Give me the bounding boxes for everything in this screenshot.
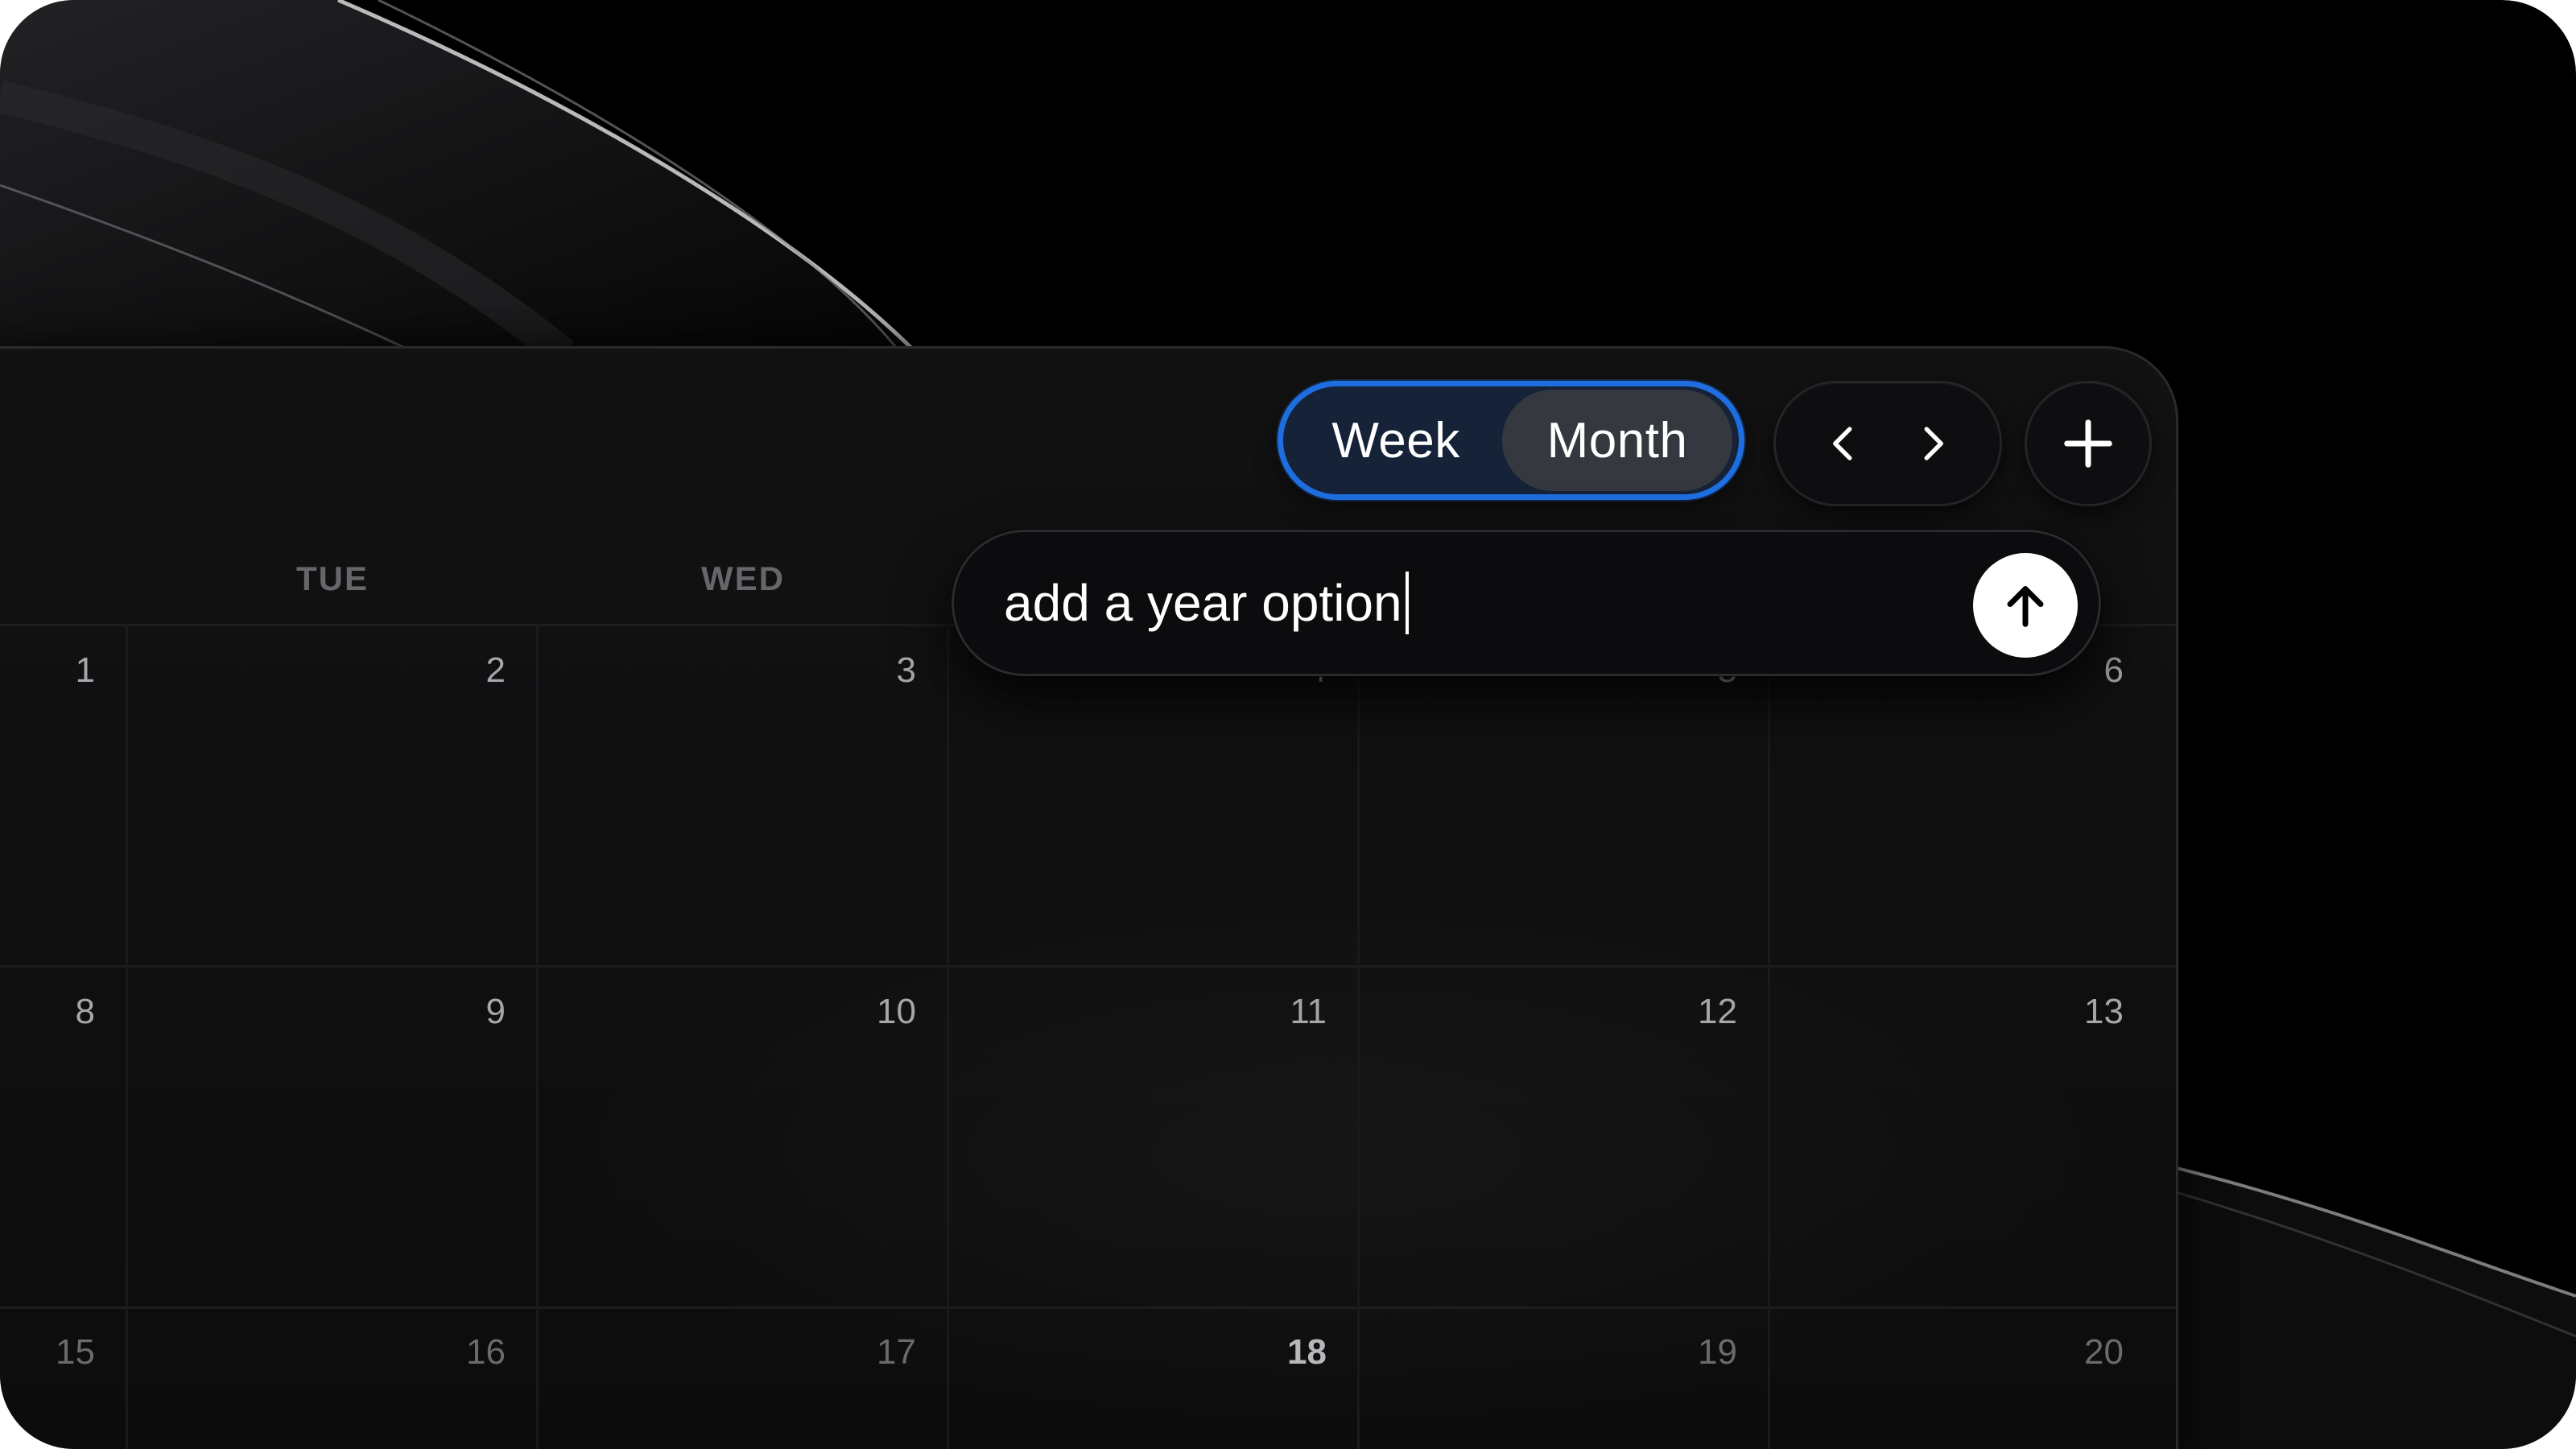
screen: Week Month TUE WED 1 2 3 6 8 9 10 11 12 … bbox=[0, 0, 2576, 1449]
day-cell-number[interactable]: 15 bbox=[0, 1332, 95, 1373]
day-cell-number[interactable]: 2 bbox=[345, 650, 506, 691]
chevron-right-icon bbox=[1924, 427, 1943, 460]
calendar-window: Week Month TUE WED 1 2 3 6 8 9 10 11 12 … bbox=[0, 346, 2178, 1449]
prompt-input-value: add a year option bbox=[1004, 574, 1402, 632]
day-cell-number[interactable]: 19 bbox=[1576, 1332, 1737, 1373]
send-button[interactable] bbox=[1973, 553, 2078, 658]
text-caret bbox=[1405, 572, 1409, 634]
plus-icon bbox=[2064, 419, 2112, 468]
grid-line bbox=[1768, 624, 1770, 1449]
arrow-up-icon bbox=[2007, 586, 2044, 627]
previous-period-button[interactable] bbox=[1804, 403, 1885, 484]
day-cell-number[interactable]: 17 bbox=[755, 1332, 916, 1373]
grid-line bbox=[947, 624, 949, 1449]
period-navigation bbox=[1773, 381, 2002, 506]
day-cell-number[interactable]: 1 bbox=[0, 650, 95, 691]
chevron-left-icon bbox=[1832, 427, 1852, 460]
day-cell-number[interactable]: 8 bbox=[0, 992, 95, 1032]
add-event-button[interactable] bbox=[2025, 381, 2152, 506]
grid-line bbox=[0, 965, 2176, 968]
today-cell-number[interactable]: 18 bbox=[1166, 1332, 1327, 1373]
grid-line bbox=[536, 624, 539, 1449]
grid-line bbox=[126, 624, 128, 1449]
next-period-button[interactable] bbox=[1892, 403, 1972, 484]
grid-line bbox=[0, 1307, 2176, 1309]
day-cell-number[interactable]: 16 bbox=[345, 1332, 506, 1373]
prompt-input[interactable]: add a year option bbox=[1004, 569, 1409, 637]
window-sheen bbox=[0, 349, 2176, 1449]
day-cell-number[interactable]: 3 bbox=[755, 650, 916, 691]
day-cell-number[interactable]: 20 bbox=[1963, 1332, 2124, 1373]
prompt-bar: add a year option bbox=[952, 530, 2101, 676]
view-option-month[interactable]: Month bbox=[1502, 390, 1732, 491]
day-cell-number[interactable]: 11 bbox=[1166, 992, 1327, 1032]
view-option-week[interactable]: Week bbox=[1290, 390, 1502, 491]
grid-line bbox=[1357, 624, 1360, 1449]
day-header-wed: WED bbox=[701, 559, 785, 597]
day-cell-number[interactable]: 10 bbox=[755, 992, 916, 1032]
day-header-tue: TUE bbox=[296, 559, 369, 597]
day-cell-number[interactable]: 12 bbox=[1576, 992, 1737, 1032]
day-cell-number[interactable]: 9 bbox=[345, 992, 506, 1032]
view-switcher: Week Month bbox=[1278, 381, 1744, 500]
day-cell-number[interactable]: 13 bbox=[1963, 992, 2124, 1032]
